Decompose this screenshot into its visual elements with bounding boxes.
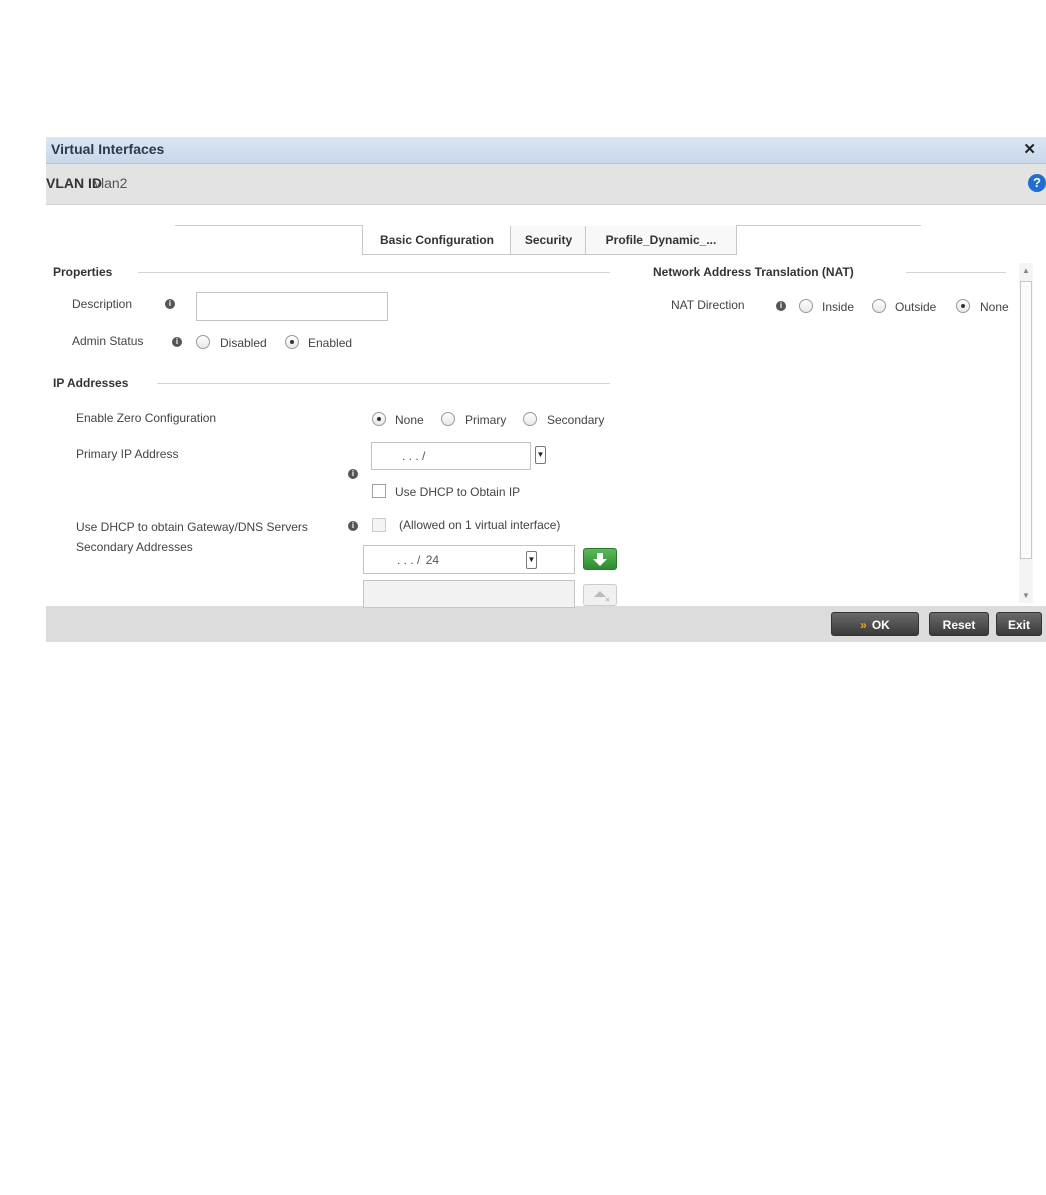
primary-ip-input[interactable]: . . . / [371,442,531,470]
tab-rule-right [736,225,921,226]
ip-addresses-heading: IP Addresses [53,376,129,390]
close-icon[interactable]: ✕ [1023,140,1036,158]
secondary-ip-mask: . . . / [397,553,421,567]
secondary-address-list[interactable] [363,580,575,608]
primary-ip-prefix-dropdown[interactable]: ▼ [535,446,546,464]
primary-ip-mask: . . . / [402,449,426,463]
admin-status-disabled-label: Disabled [220,336,267,350]
dialog-title: Virtual Interfaces [51,141,165,157]
dhcp-gateway-label: Use DHCP to obtain Gateway/DNS Servers [76,520,308,534]
nat-outside-radio[interactable] [872,299,886,313]
admin-status-enabled-radio[interactable] [285,335,299,349]
zero-config-secondary-label: Secondary [547,413,605,427]
dhcp-gateway-checkbox[interactable] [372,518,386,532]
vertical-scrollbar[interactable]: ▲ ▼ [1019,263,1033,603]
ok-button-label: OK [871,618,890,632]
nat-inside-label: Inside [822,300,855,314]
remove-entry-icon [594,591,610,602]
vlan-id-bar: VLAN ID vlan2 ? [46,164,1046,205]
exit-button[interactable]: Exit [996,612,1042,636]
chevron-right-icon: » [860,618,867,632]
remove-secondary-button[interactable] [583,584,617,606]
secondary-addresses-label: Secondary Addresses [76,540,193,554]
tab-profile-dynamic[interactable]: Profile_Dynamic_... [585,226,737,255]
info-icon: i [348,521,358,531]
tab-basic-configuration[interactable]: Basic Configuration [362,226,512,255]
nat-direction-label: NAT Direction [671,298,745,312]
nat-none-radio[interactable] [956,299,970,313]
zero-config-label: Enable Zero Configuration [76,411,217,425]
scroll-thumb[interactable] [1020,281,1032,559]
tab-rule-left [175,225,363,226]
secondary-ip-input[interactable]: . . . / 24 [363,545,575,574]
secondary-prefix-dropdown[interactable]: ▼ [526,551,537,569]
tab-security[interactable]: Security [510,226,587,255]
admin-status-label: Admin Status [72,334,144,348]
dialog-footer: » OK Reset Exit [46,606,1046,642]
nat-heading: Network Address Translation (NAT) [653,265,854,279]
primary-ip-label: Primary IP Address [76,447,179,461]
scroll-down-icon[interactable]: ▼ [1022,591,1030,600]
admin-status-enabled-label: Enabled [308,336,353,350]
ip-addresses-rule [157,383,610,384]
nat-inside-radio[interactable] [799,299,813,313]
description-input[interactable] [196,292,388,321]
info-icon: i [172,337,182,347]
admin-status-disabled-radio[interactable] [196,335,210,349]
properties-rule [138,272,610,273]
add-secondary-button[interactable] [583,548,617,570]
zero-config-none-label: None [395,413,424,427]
info-icon: i [348,469,358,479]
title-bar: Virtual Interfaces ✕ [46,137,1046,164]
reset-button[interactable]: Reset [929,612,989,636]
description-label: Description [72,297,133,311]
vlan-id-value: vlan2 [94,175,128,191]
info-icon: i [776,301,786,311]
properties-heading: Properties [53,265,113,279]
nat-rule [906,272,1006,273]
nat-outside-label: Outside [895,300,937,314]
zero-config-primary-label: Primary [465,413,507,427]
zero-config-secondary-radio[interactable] [523,412,537,426]
info-icon: i [165,299,175,309]
secondary-prefix-value: 24 [425,553,440,567]
down-arrow-add-icon [593,553,607,566]
help-icon[interactable]: ? [1028,174,1046,192]
use-dhcp-label: Use DHCP to Obtain IP [395,485,521,499]
zero-config-none-radio[interactable] [372,412,386,426]
ok-button[interactable]: » OK [831,612,919,636]
scroll-up-icon[interactable]: ▲ [1022,266,1030,275]
nat-none-label: None [980,300,1009,314]
zero-config-primary-radio[interactable] [441,412,455,426]
use-dhcp-checkbox[interactable] [372,484,386,498]
dhcp-gateway-note: (Allowed on 1 virtual interface) [399,518,561,532]
